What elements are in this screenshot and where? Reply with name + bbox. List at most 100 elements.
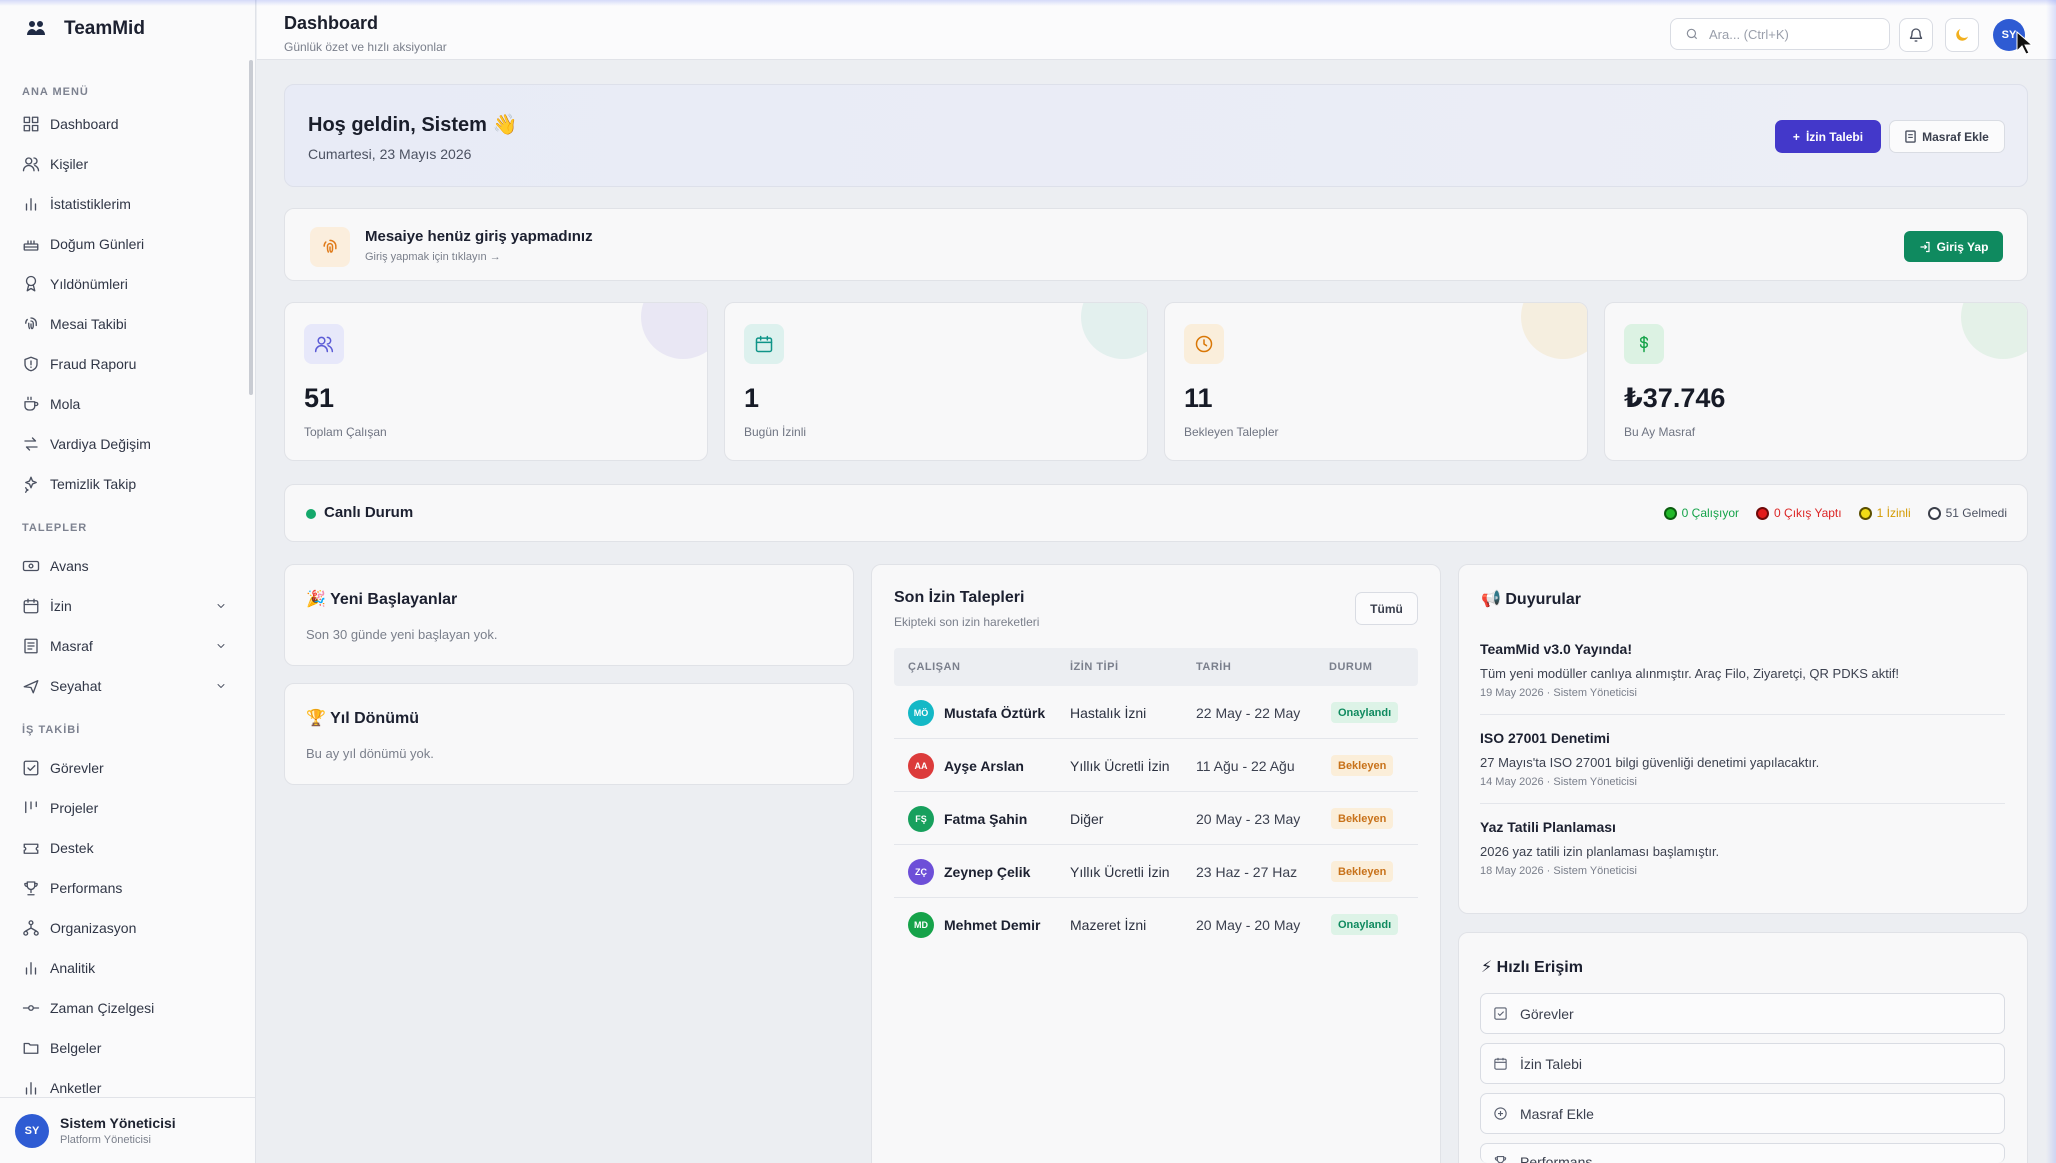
employee-name: Mustafa Öztürk bbox=[944, 705, 1046, 721]
anniversary-empty: Bu ay yıl dönümü yok. bbox=[306, 746, 434, 761]
table-row[interactable]: MD Mehmet Demir Mazeret İzni 20 May - 20 Ma… bbox=[894, 898, 1418, 951]
sidebar-item[interactable]: Avans bbox=[0, 546, 255, 586]
stat-label: Bu Ay Masraf bbox=[1624, 425, 1696, 439]
status-badge: Onaylandı bbox=[1331, 702, 1399, 723]
employee-name: Zeynep Çelik bbox=[944, 864, 1031, 880]
table-row[interactable]: AA Ayşe Arslan Yıllık Ücretli İzin 11 Ağu -… bbox=[894, 739, 1418, 792]
notifications-button[interactable] bbox=[1899, 18, 1933, 52]
announcement-body: 27 Mayıs'ta ISO 27001 bilgi güvenliği de… bbox=[1480, 755, 1820, 770]
quick-access-item[interactable]: İzin Talebi bbox=[1480, 1043, 2005, 1084]
checkin-subtitle[interactable]: Giriş yapmak için tıklayın → bbox=[365, 251, 501, 263]
sidebar-item[interactable]: Temizlik Takip bbox=[0, 464, 255, 504]
column-header[interactable]: DURUM bbox=[1329, 661, 1372, 673]
quick-access-item[interactable]: Görevler bbox=[1480, 993, 2005, 1034]
sidebar-item[interactable]: Seyahat bbox=[0, 666, 255, 706]
stat-value: ₺37.746 bbox=[1624, 383, 1726, 413]
teammid-logo-icon bbox=[22, 15, 50, 43]
search-icon bbox=[1686, 28, 1698, 40]
check-in-button[interactable]: Giriş Yap bbox=[1904, 231, 2003, 262]
table-row[interactable]: ZÇ Zeynep Çelik Yıllık Ücretli İzin 23 Haz … bbox=[894, 845, 1418, 898]
status-badge: Bekleyen bbox=[1331, 808, 1394, 829]
search-input[interactable] bbox=[1709, 26, 1869, 42]
sidebar-item[interactable]: Analitik bbox=[0, 948, 255, 988]
leave-type: Mazeret İzni bbox=[1070, 917, 1147, 933]
stat-card[interactable]: 11 Bekleyen Talepler bbox=[1164, 302, 1588, 461]
bar-chart-icon bbox=[25, 962, 37, 975]
sidebar-item[interactable]: Anketler bbox=[0, 1068, 255, 1097]
announcement-title: ISO 27001 Denetimi bbox=[1480, 730, 1610, 746]
chevron-down-icon[interactable] bbox=[215, 640, 227, 652]
stat-card[interactable]: 51 Toplam Çalışan bbox=[284, 302, 708, 461]
stat-value: 1 bbox=[744, 383, 760, 413]
sidebar-item[interactable]: Vardiya Değişim bbox=[0, 424, 255, 464]
sidebar-item[interactable]: Organizasyon bbox=[0, 908, 255, 948]
banknote-icon bbox=[22, 560, 40, 572]
sidebar-item[interactable]: Masraf bbox=[0, 626, 255, 666]
view-all-button[interactable]: Tümü bbox=[1355, 592, 1418, 625]
quick-access-item[interactable]: Performans bbox=[1480, 1143, 2005, 1163]
leave-request-button[interactable]: + İzin Talebi bbox=[1775, 120, 1881, 153]
search-box[interactable] bbox=[1670, 18, 1890, 50]
sidebar-item-label: Mola bbox=[50, 396, 81, 412]
sidebar-item[interactable]: Doğum Günleri bbox=[0, 224, 255, 264]
avatar: MD bbox=[908, 912, 934, 938]
leave-type: Yıllık Ücretli İzin bbox=[1070, 864, 1170, 880]
sidebar-item[interactable]: Belgeler bbox=[0, 1028, 255, 1068]
add-expense-button[interactable]: Masraf Ekle bbox=[1889, 120, 2005, 153]
announcement-item[interactable]: TeamMid v3.0 Yayında! Tüm yeni modüller c… bbox=[1480, 641, 2005, 699]
sidebar-item[interactable]: Fraud Raporu bbox=[0, 344, 255, 384]
leave-type: Diğer bbox=[1070, 811, 1104, 827]
sidebar-item[interactable]: Mesai Takibi bbox=[0, 304, 255, 344]
quick-access-item[interactable]: Masraf Ekle bbox=[1480, 1093, 2005, 1134]
sidebar-item-label: Projeler bbox=[50, 800, 99, 816]
announcement-item[interactable]: Yaz Tatili Planlaması 2026 yaz tatili izi… bbox=[1480, 819, 2005, 877]
sidebar-item[interactable]: Projeler bbox=[0, 788, 255, 828]
sidebar-item[interactable]: Kişiler bbox=[0, 144, 255, 184]
sidebar-item[interactable]: Performans bbox=[0, 868, 255, 908]
calendar-icon bbox=[744, 324, 784, 364]
stat-card[interactable]: 1 Bugün İzinli bbox=[724, 302, 1148, 461]
sidebar-item[interactable]: Dashboard bbox=[0, 104, 255, 144]
sidebar-item-label: Anketler bbox=[50, 1080, 102, 1096]
column-header[interactable]: TARİH bbox=[1196, 661, 1231, 673]
bell-icon bbox=[1909, 28, 1923, 42]
employee-name: Ayşe Arslan bbox=[944, 758, 1024, 774]
sidebar-item[interactable]: Destek bbox=[0, 828, 255, 868]
folder-icon bbox=[23, 1042, 39, 1054]
users-icon bbox=[22, 157, 40, 172]
users-icon bbox=[304, 324, 344, 364]
anniversary-title: 🏆 Yıl Dönümü bbox=[306, 710, 419, 727]
leave-date: 23 Haz - 27 Haz bbox=[1196, 864, 1298, 880]
anniversary-card: 🏆 Yıl Dönümü Bu ay yıl dönümü yok. bbox=[284, 683, 854, 785]
sidebar-section-title: İŞ TAKİBİ bbox=[22, 724, 81, 736]
sidebar-item-label: Masraf bbox=[50, 638, 93, 654]
user-name: Sistem Yöneticisi bbox=[60, 1115, 176, 1131]
stat-label: Bekleyen Talepler bbox=[1184, 425, 1279, 439]
sidebar-item[interactable]: Mola bbox=[0, 384, 255, 424]
sidebar-item[interactable]: Yıldönümleri bbox=[0, 264, 255, 304]
table-row[interactable]: FŞ Fatma Şahin Diğer 20 May - 23 May Bekleye… bbox=[894, 792, 1418, 845]
checkin-card[interactable]: Mesaiye henüz giriş yapmadınız Giriş yap… bbox=[284, 208, 2028, 281]
column-header[interactable]: İZİN TİPİ bbox=[1070, 661, 1119, 673]
sidebar-item-label: Görevler bbox=[50, 760, 104, 776]
bar-chart-icon bbox=[25, 198, 37, 211]
divider bbox=[1480, 803, 2005, 804]
live-indicator bbox=[306, 509, 316, 519]
sidebar-item-label: Kişiler bbox=[50, 156, 89, 172]
chevron-down-icon[interactable] bbox=[215, 600, 227, 612]
sidebar-item[interactable]: İzin bbox=[0, 586, 255, 626]
sidebar-item[interactable]: Zaman Çizelgesi bbox=[0, 988, 255, 1028]
theme-toggle-button[interactable] bbox=[1945, 18, 1979, 52]
swap-icon bbox=[24, 437, 38, 451]
add-expense-label: Masraf Ekle bbox=[1922, 129, 1989, 144]
sidebar-user[interactable]: SY Sistem Yöneticisi Platform Yöneticisi bbox=[0, 1097, 255, 1163]
sidebar-item[interactable]: İstatistiklerim bbox=[0, 184, 255, 224]
stat-card[interactable]: ₺37.746 Bu Ay Masraf bbox=[1604, 302, 2028, 461]
announcement-item[interactable]: ISO 27001 Denetimi 27 Mayıs'ta ISO 27001 … bbox=[1480, 730, 2005, 788]
sidebar-item[interactable]: Görevler bbox=[0, 748, 255, 788]
table-row[interactable]: MÖ Mustafa Öztürk Hastalık İzni 22 May - 22… bbox=[894, 686, 1418, 739]
chevron-down-icon[interactable] bbox=[215, 680, 227, 692]
plane-icon bbox=[23, 680, 39, 694]
brand[interactable]: TeamMid bbox=[22, 15, 145, 43]
column-header[interactable]: ÇALIŞAN bbox=[908, 661, 960, 673]
